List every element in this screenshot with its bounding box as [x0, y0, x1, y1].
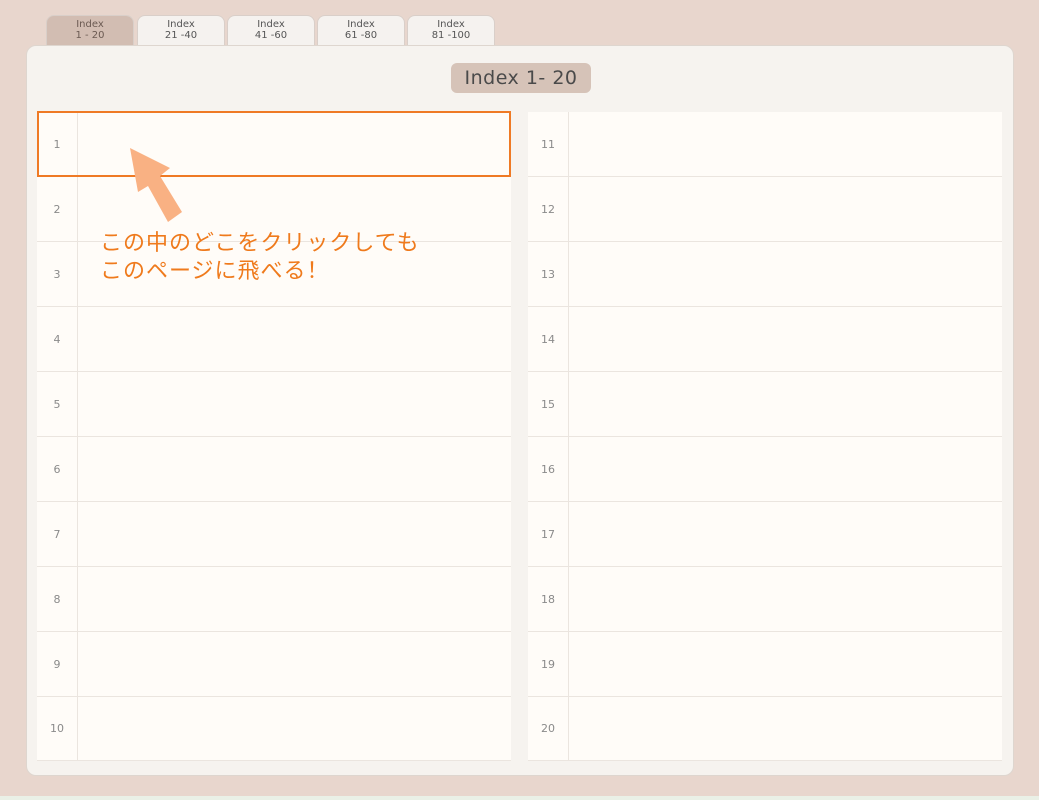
tab-index-81-100[interactable]: Index 81 -100 [407, 15, 495, 45]
row-number: 14 [528, 307, 569, 371]
row-number: 5 [37, 372, 78, 436]
index-row-15[interactable]: 15 [528, 372, 1002, 437]
notebook-frame: Index 1 - 20 Index 21 -40 Index 41 -60 I… [0, 0, 1039, 796]
row-number: 3 [37, 242, 78, 306]
pointer-arrow-icon [130, 148, 182, 222]
tab-range: 81 -100 [431, 30, 471, 41]
index-row-14[interactable]: 14 [528, 307, 1002, 372]
index-row-20[interactable]: 20 [528, 697, 1002, 761]
row-number: 19 [528, 632, 569, 696]
tab-range: 1 - 20 [75, 30, 105, 41]
row-number: 2 [37, 177, 78, 241]
row-number: 13 [528, 242, 569, 306]
index-row-10[interactable]: 10 [37, 697, 511, 761]
row-number: 18 [528, 567, 569, 631]
index-row-7[interactable]: 7 [37, 502, 511, 567]
tab-index-1-20[interactable]: Index 1 - 20 [46, 15, 134, 45]
index-row-6[interactable]: 6 [37, 437, 511, 502]
annotation-line-2: このページに飛べる！ [100, 259, 330, 284]
row-number: 6 [37, 437, 78, 501]
tab-range: 21 -40 [164, 30, 198, 41]
tab-range: 41 -60 [254, 30, 288, 41]
row-number: 1 [37, 112, 78, 176]
index-row-13[interactable]: 13 [528, 242, 1002, 307]
row-number: 20 [528, 697, 569, 760]
row-number: 9 [37, 632, 78, 696]
tab-label: Index [437, 19, 465, 30]
row-number: 7 [37, 502, 78, 566]
row-number: 16 [528, 437, 569, 501]
annotation-line-1: この中のどこをクリックしても [100, 231, 420, 256]
index-row-16[interactable]: 16 [528, 437, 1002, 502]
tab-label: Index [347, 19, 375, 30]
index-row-18[interactable]: 18 [528, 567, 1002, 632]
index-column-left: 1 2 3 4 5 6 7 8 9 10 [37, 112, 511, 761]
index-row-17[interactable]: 17 [528, 502, 1002, 567]
index-row-1[interactable]: 1 [37, 112, 511, 177]
instruction-annotation: この中のどこをクリックしても このページに飛べる！ [100, 230, 420, 286]
tab-index-61-80[interactable]: Index 61 -80 [317, 15, 405, 45]
index-row-9[interactable]: 9 [37, 632, 511, 697]
tab-index-41-60[interactable]: Index 41 -60 [227, 15, 315, 45]
index-row-5[interactable]: 5 [37, 372, 511, 437]
row-number: 8 [37, 567, 78, 631]
row-number: 11 [528, 112, 569, 176]
row-number: 4 [37, 307, 78, 371]
row-number: 10 [37, 697, 78, 760]
index-row-4[interactable]: 4 [37, 307, 511, 372]
index-column-right: 11 12 13 14 15 16 17 18 19 20 [528, 112, 1002, 761]
tab-label: Index [257, 19, 285, 30]
index-row-12[interactable]: 12 [528, 177, 1002, 242]
tab-label: Index [167, 19, 195, 30]
page-title: Index 1- 20 [451, 63, 591, 93]
row-number: 12 [528, 177, 569, 241]
index-row-8[interactable]: 8 [37, 567, 511, 632]
tab-range: 61 -80 [344, 30, 378, 41]
index-row-19[interactable]: 19 [528, 632, 1002, 697]
index-row-11[interactable]: 11 [528, 112, 1002, 177]
tab-label: Index [76, 19, 104, 30]
row-number: 17 [528, 502, 569, 566]
row-number: 15 [528, 372, 569, 436]
tab-index-21-40[interactable]: Index 21 -40 [137, 15, 225, 45]
